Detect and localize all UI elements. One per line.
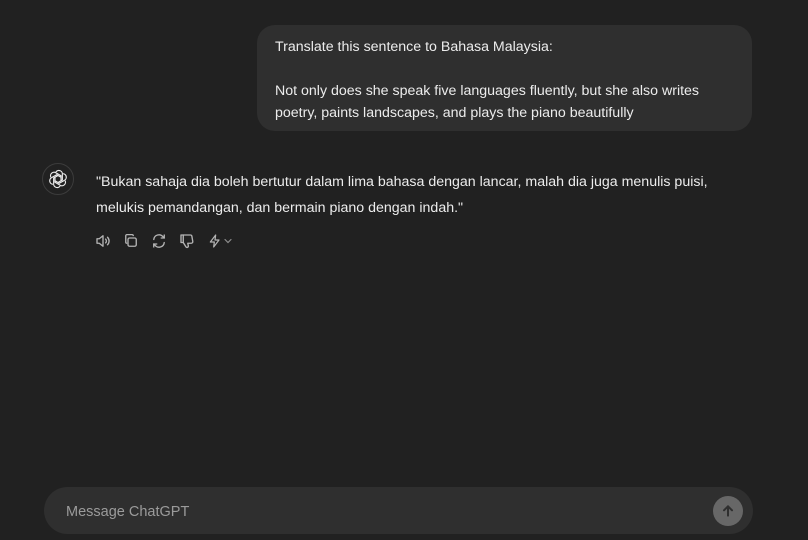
user-message-bubble: Translate this sentence to Bahasa Malays… [257,25,752,131]
thumbs-down-button[interactable] [176,230,198,252]
message-input[interactable] [64,487,668,536]
openai-logo-icon [49,169,67,189]
switch-model-icon [209,234,220,248]
read-aloud-icon [96,235,110,247]
send-button[interactable] [713,496,743,526]
thumbs-down-icon [180,234,194,248]
copy-icon [125,233,137,247]
read-aloud-button[interactable] [92,230,114,252]
assistant-message-line: "Bukan sahaja dia boleh bertutur dalam l… [96,174,708,190]
assistant-message-line: melukis pemandangan, dan bermain piano d… [96,200,464,216]
regenerate-icon [153,234,165,248]
switch-model-button[interactable] [204,230,236,252]
message-actions-bar [92,230,236,252]
user-message-spacer [275,58,734,80]
assistant-message: "Bukan sahaja dia boleh bertutur dalam l… [96,169,756,221]
message-composer [44,487,753,536]
copy-button[interactable] [120,230,142,252]
chevron-down-icon [224,238,232,244]
assistant-avatar [42,163,74,195]
arrow-up-icon [723,505,733,517]
user-message-line: poetry, paints landscapes, and plays the… [275,105,634,121]
regenerate-button[interactable] [148,230,170,252]
user-message-line: Not only does she speak five languages f… [275,83,700,99]
user-message-line: Translate this sentence to Bahasa Malays… [275,39,553,55]
